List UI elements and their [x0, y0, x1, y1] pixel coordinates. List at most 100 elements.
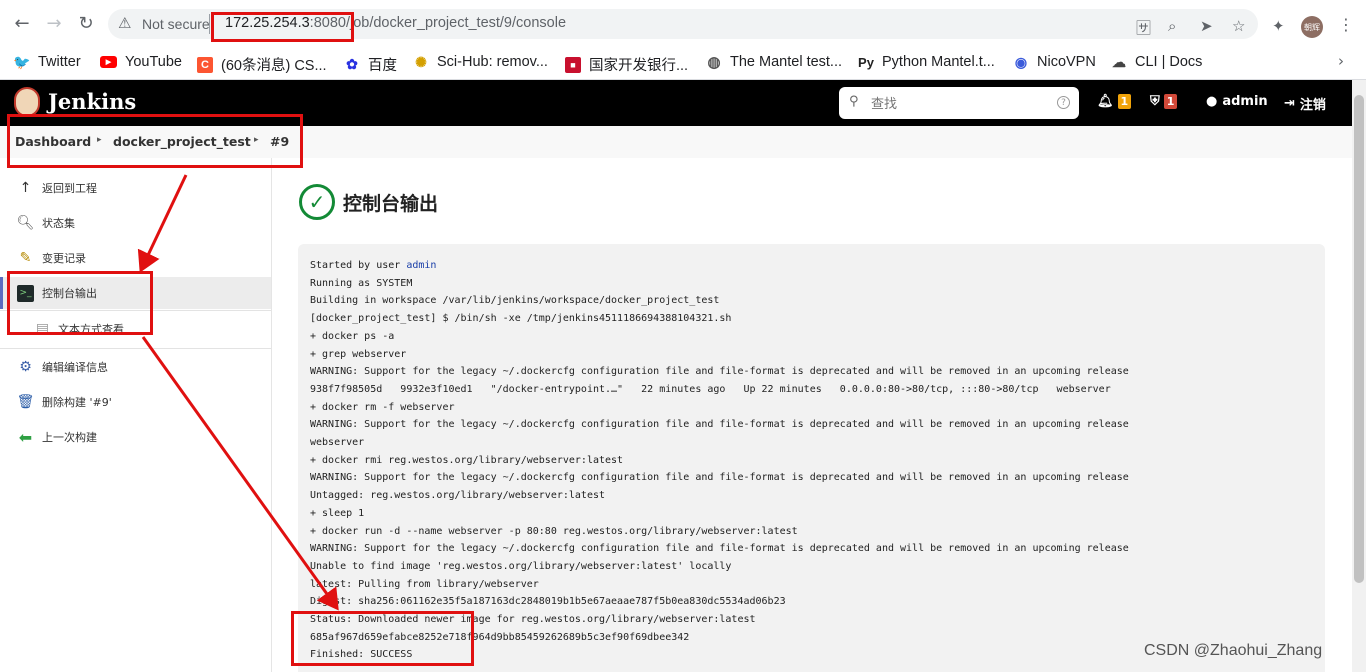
arrow-up-icon: ↑	[19, 180, 32, 196]
logout-button[interactable]: ⇥ 注销	[1284, 94, 1326, 113]
sidebar-item-label: 变更记录	[42, 252, 86, 265]
address-bar[interactable]: ⚠ Not secure 172.25.254.3:8080/job/docke…	[108, 9, 1258, 39]
console-line: + sleep 1	[310, 507, 365, 519]
console-line: + docker ps -a	[310, 330, 395, 342]
security-button[interactable]: ⛨ 1	[1150, 94, 1178, 109]
chevron-right-icon[interactable]: ›	[1338, 52, 1344, 70]
bookmark-youtube[interactable]: ▶ YouTube	[100, 54, 182, 70]
bookmark-csdn[interactable]: C (60条消息) CS...	[197, 54, 327, 75]
watermark: CSDN @Zhaohui_Zhang	[1144, 642, 1323, 659]
url-host: 172.25.254.3	[225, 15, 310, 31]
browser-menu-icon[interactable]: ⋮	[1338, 15, 1354, 34]
zoom-icon[interactable]: ⌕	[1168, 17, 1176, 35]
console-line: 938f7f98505d 9932e3f10ed1 "/docker-entry…	[310, 383, 1111, 395]
url-text[interactable]: 172.25.254.3:8080/job/docker_project_tes…	[225, 15, 566, 31]
trash-icon: 🗑︎	[16, 394, 35, 410]
bookmark-cdb[interactable]: ■ 国家开发银行...	[565, 54, 688, 75]
console-line: Running as SYSTEM	[310, 277, 413, 289]
bookmark-label: 百度	[368, 58, 397, 74]
warning-icon: ⚠	[118, 14, 132, 32]
bookmark-python-mantel[interactable]: Py Python Mantel.t...	[858, 54, 995, 70]
baidu-icon: ✿	[346, 56, 358, 72]
user-menu[interactable]: ● admin	[1206, 94, 1268, 109]
arrow-left-icon: ⬅	[18, 427, 33, 447]
search-input[interactable]	[871, 93, 1041, 113]
globe-icon: ◍	[707, 54, 721, 71]
bookmark-nicovpn[interactable]: ◉ NicoVPN	[1013, 53, 1096, 71]
search-box[interactable]: ⚲ ?	[839, 87, 1079, 119]
console-line: webserver	[310, 437, 365, 449]
youtube-icon: ▶	[100, 56, 117, 68]
jenkins-header: Jenkins ⚲ ? 🔔︎ 1 ⛨ 1 ● admin ⇥ 注销	[0, 80, 1352, 126]
sidebar-item-edit-build-info[interactable]: ⚙ 编辑编译信息	[0, 351, 271, 383]
cloud-icon: ☁	[1112, 53, 1126, 70]
bookmark-label: (60条消息) CS...	[221, 58, 327, 74]
sidebar-item-plain-text[interactable]: ▤ 文本方式查看	[0, 313, 271, 345]
sidebar-item-label: 文本方式查看	[58, 323, 124, 336]
bookmark-scihub[interactable]: ✺ Sci-Hub: remov...	[413, 53, 548, 71]
search-icon: 🔍︎	[16, 215, 35, 231]
console-user-link[interactable]: admin	[406, 260, 436, 271]
scihub-icon: ✺	[415, 53, 427, 70]
bookmark-cli-docs[interactable]: ☁ CLI | Docs	[1111, 53, 1202, 71]
sidebar-item-status[interactable]: 🔍︎ 状态集	[0, 207, 271, 239]
chevron-right-icon: ▸	[254, 135, 259, 145]
breadcrumb-build[interactable]: #9	[270, 134, 289, 149]
sidebar-item-label: 编辑编译信息	[42, 361, 108, 374]
sidebar-item-delete-build[interactable]: 🗑︎ 删除构建 '#9'	[0, 386, 271, 418]
gear-icon: ⚙	[19, 359, 32, 375]
bookmark-twitter[interactable]: 🐦 Twitter	[13, 54, 80, 71]
sidebar-item-console-output[interactable]: >_ 控制台输出	[0, 277, 271, 309]
breadcrumb: Dashboard ▸ docker_project_test ▸ #9	[0, 126, 1352, 158]
bookmark-baidu[interactable]: ✿ 百度	[344, 54, 397, 75]
reload-icon[interactable]: ↻	[75, 12, 97, 34]
csdn-icon: C	[197, 56, 213, 73]
console-line: + docker rm -f webserver	[310, 401, 455, 413]
console-line: Status: Downloaded newer image for reg.w…	[310, 614, 756, 626]
user-name: admin	[1222, 94, 1268, 109]
breadcrumb-project[interactable]: docker_project_test	[113, 134, 251, 149]
back-icon[interactable]: ←	[11, 12, 33, 34]
star-icon[interactable]: ☆	[1232, 17, 1245, 35]
bookmarks-bar: 🐦 Twitter ▶ YouTube C (60条消息) CS... ✿ 百度 ✺ Sc…	[0, 46, 1366, 80]
bookmark-label: Sci-Hub: remov...	[437, 54, 548, 70]
success-check-icon: ✓	[299, 184, 335, 220]
jenkins-logo[interactable]	[14, 87, 40, 117]
forward-icon[interactable]: →	[43, 12, 65, 34]
bookmark-label: Python Mantel.t...	[882, 54, 995, 70]
translate-icon[interactable]: 🈂	[1136, 17, 1151, 38]
scrollbar-thumb[interactable]	[1354, 95, 1364, 583]
console-line: Building in workspace /var/lib/jenkins/w…	[310, 295, 720, 307]
console-line: latest: Pulling from library/webserver	[310, 578, 539, 590]
breadcrumb-dashboard[interactable]: Dashboard	[15, 134, 91, 149]
sidebar-item-label: 上一次构建	[42, 431, 97, 444]
bookmark-label: The Mantel test...	[730, 54, 843, 70]
sidebar: ↑ 返回到工程 🔍︎ 状态集 ✎ 变更记录 >_ 控制台输出 ▤ 文本方式查看 …	[0, 158, 272, 672]
vpn-icon: ◉	[1014, 53, 1028, 70]
console-line: WARNING: Support for the legacy ~/.docke…	[310, 366, 1129, 378]
console-text: Started by user admin Running as SYSTEM …	[310, 257, 1313, 664]
shield-icon: ⛨	[1150, 94, 1160, 109]
sidebar-item-label: 删除构建 '#9'	[42, 396, 112, 409]
console-line: Unable to find image 'reg.westos.org/lib…	[310, 560, 732, 572]
extensions-icon[interactable]: ✦	[1272, 17, 1285, 35]
terminal-icon: >_	[17, 284, 34, 302]
console-line: Untagged: reg.westos.org/library/webserv…	[310, 490, 606, 502]
help-icon[interactable]: ?	[1057, 96, 1070, 109]
console-line: + grep webserver	[310, 348, 407, 360]
app-title[interactable]: Jenkins	[48, 89, 136, 114]
console-line: Finished: SUCCESS	[310, 649, 413, 661]
url-path: :8080/job/docker_project_test/9/console	[309, 15, 567, 31]
bookmark-label: NicoVPN	[1037, 54, 1096, 70]
sidebar-item-label: 返回到工程	[42, 182, 97, 195]
page-title: 控制台输出	[343, 192, 439, 215]
notifications-button[interactable]: 🔔︎ 1	[1097, 94, 1132, 109]
bookmark-mantel[interactable]: ◍ The Mantel test...	[706, 54, 843, 71]
address-separator	[209, 14, 210, 34]
python-icon: Py	[858, 54, 874, 70]
sidebar-item-changes[interactable]: ✎ 变更记录	[0, 242, 271, 274]
sidebar-item-previous-build[interactable]: ⬅ 上一次构建	[0, 421, 271, 453]
share-icon[interactable]: ➤	[1200, 17, 1213, 35]
sidebar-item-back-to-project[interactable]: ↑ 返回到工程	[0, 172, 271, 204]
avatar[interactable]: 朝辉	[1301, 16, 1323, 38]
